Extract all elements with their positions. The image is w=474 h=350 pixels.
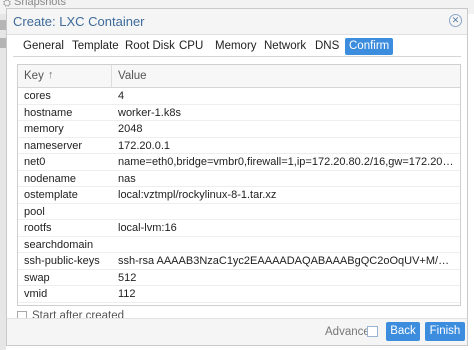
row-key: net0 [24,156,46,168]
tab-cpu[interactable]: CPU [175,38,207,55]
sort-ascending-icon[interactable]: ↑ [48,69,54,81]
grid-rows: cores 4 hostname worker-1.k8s memory 2048 n… [18,88,460,303]
table-row[interactable]: hostname worker-1.k8s [18,105,460,121]
row-key: nodename [24,172,76,185]
grid-header: Key ↑ Value [18,65,460,88]
row-value: 112 [118,288,136,300]
row-key: nameserver [24,139,83,152]
table-row[interactable]: vmid 112 [18,286,460,303]
finish-button[interactable]: Finish [425,322,465,341]
table-row[interactable]: rootfs local-lvm:16 [18,220,460,237]
column-header-value[interactable]: Value [118,70,147,82]
row-value: 512 [118,271,137,284]
back-button[interactable]: Back [386,322,420,341]
row-key: ssh-public-keys [24,255,100,267]
dialog-title: Create: LXC Container [13,14,145,29]
confirm-grid[interactable]: Key ↑ Value cores 4 hostname worker-1.k8s … [17,64,461,306]
row-value: local-lvm:16 [118,222,177,234]
snapshots-label: Snapshots [14,0,66,8]
table-row[interactable]: swap 512 [18,270,460,286]
close-icon[interactable]: ✕ [449,14,462,27]
table-row[interactable]: pool [18,204,460,220]
table-row[interactable]: cores 4 [18,88,460,105]
tab-confirm[interactable]: Confirm [345,38,394,55]
row-key: rootfs [24,222,52,234]
table-row[interactable]: net0 name=eth0,bridge=vmbr0,firewall=1,ip… [18,154,460,171]
tab-divider [13,56,461,57]
row-key: swap [24,271,50,284]
row-key: vmid [24,288,48,300]
table-row[interactable]: nameserver 172.20.0.1 [18,138,460,154]
row-key: pool [24,205,45,218]
row-key: memory [24,123,64,135]
dialog-titlebar: Create: LXC Container ✕ [7,9,467,35]
row-value: ssh-rsa AAAAB3NzaC1yc2EAAAADAQABAAABgQC2… [118,255,456,267]
row-value: 4 [118,90,125,102]
table-row[interactable]: ostemplate local:vztmpl/rockylinux-8-1.ta… [18,187,460,204]
tab-root-disk[interactable]: Root Disk [121,38,179,55]
row-value: worker-1.k8s [118,106,181,119]
row-value: 2048 [118,123,143,135]
table-row[interactable]: searchdomain [18,237,460,253]
column-header-key[interactable]: Key [24,70,44,82]
row-key: cores [24,90,51,102]
row-key: ostemplate [24,189,78,201]
tab-general[interactable]: General [19,38,68,55]
table-row[interactable]: nodename nas [18,171,460,187]
row-value: local:vztmpl/rockylinux-8-1.tar.xz [118,189,277,201]
tab-template[interactable]: Template [68,38,123,55]
row-value: nas [118,172,136,185]
row-key: hostname [24,106,73,119]
table-row[interactable]: ssh-public-keys ssh-rsa AAAAB3NzaC1yc2EAA… [18,253,460,270]
dialog-footer: Advanced Back Finish [7,318,467,345]
tab-dns[interactable]: DNS [311,38,343,55]
row-key: searchdomain [24,238,94,251]
row-value: name=eth0,bridge=vmbr0,firewall=1,ip=172… [118,156,456,168]
advanced-checkbox[interactable] [367,326,378,337]
tab-memory[interactable]: Memory [211,38,261,55]
wizard-tabs: General Template Root Disk CPU Memory Ne… [7,36,467,58]
create-lxc-dialog: Create: LXC Container ✕ General Template… [6,8,468,346]
row-value: 172.20.0.1 [118,139,170,152]
table-row[interactable]: memory 2048 [18,121,460,138]
column-divider[interactable] [111,65,112,87]
tab-network[interactable]: Network [260,38,310,55]
